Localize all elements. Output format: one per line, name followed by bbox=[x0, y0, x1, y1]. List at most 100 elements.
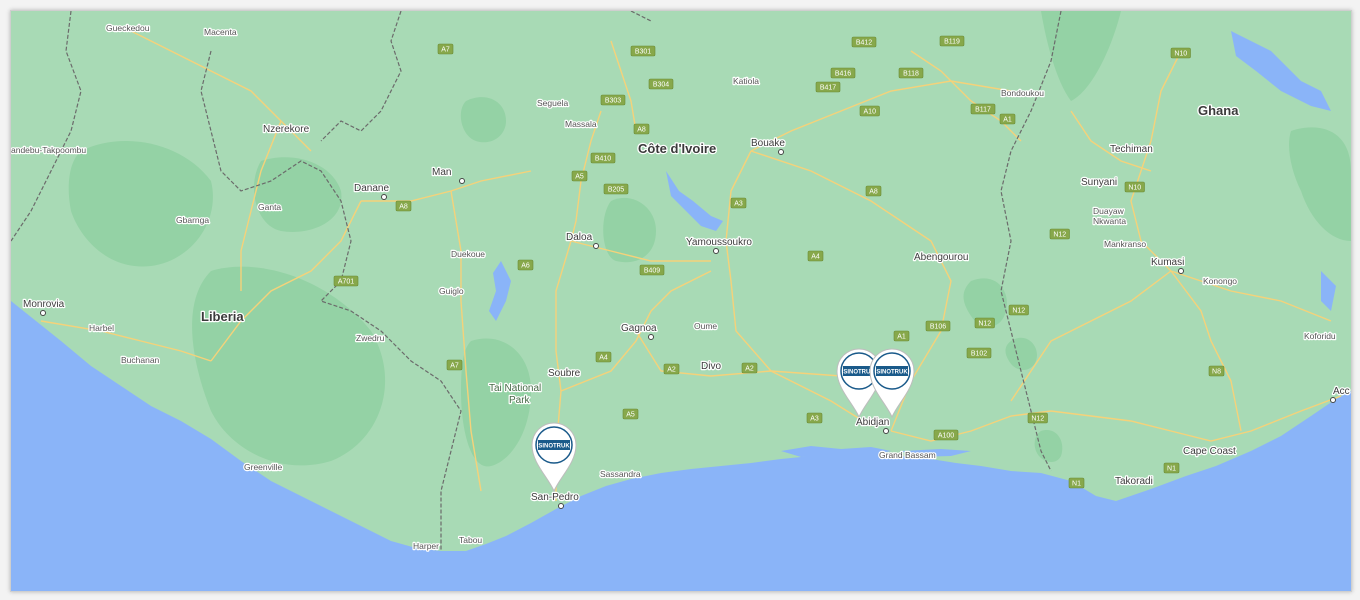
svg-text:A100: A100 bbox=[938, 433, 954, 440]
marker-brand-label: SINOTRUK bbox=[876, 370, 908, 376]
city-label-buchanan: Buchanan bbox=[121, 355, 160, 365]
road-shield-b106: B106 bbox=[925, 320, 951, 332]
city-label-greenville: Greenville bbox=[244, 462, 283, 472]
road-shield-a8: A8 bbox=[395, 200, 412, 212]
city-dot-man bbox=[459, 178, 465, 184]
city-label-accra: Acc bbox=[1333, 386, 1350, 397]
svg-text:A3: A3 bbox=[734, 201, 743, 208]
city-dot-bouake bbox=[778, 149, 784, 155]
svg-text:N10: N10 bbox=[1174, 51, 1187, 58]
city-label-gagnoa: Gagnoa bbox=[621, 323, 657, 334]
road-shield-a3: A3 bbox=[730, 197, 747, 209]
city-label-monrovia: Monrovia bbox=[23, 299, 65, 310]
svg-text:A4: A4 bbox=[599, 355, 608, 362]
road-shield-a4: A4 bbox=[807, 250, 824, 262]
svg-text:B416: B416 bbox=[835, 71, 851, 78]
city-dot-san-pedro bbox=[558, 503, 564, 509]
city-dot-monrovia bbox=[40, 310, 46, 316]
svg-text:N10: N10 bbox=[1128, 185, 1141, 192]
city-label-harbel: Harbel bbox=[89, 323, 114, 333]
road-shield-n12: N12 bbox=[1049, 228, 1070, 240]
road-shield-a1: A1 bbox=[893, 330, 910, 342]
road-shield-n8: N8 bbox=[1208, 365, 1225, 377]
svg-text:N12: N12 bbox=[978, 321, 991, 328]
city-label-soubre: Soubre bbox=[548, 368, 581, 379]
svg-text:A4: A4 bbox=[811, 254, 820, 261]
svg-text:N12: N12 bbox=[1012, 308, 1025, 315]
city-label-koforidua: Koforidu bbox=[1304, 331, 1336, 341]
svg-text:A8: A8 bbox=[869, 189, 878, 196]
road-shield-a2: A2 bbox=[663, 363, 680, 375]
city-label-danane: Danane bbox=[354, 183, 389, 194]
city-label-techiman: Techiman bbox=[1110, 144, 1153, 155]
road-shield-n10: N10 bbox=[1170, 47, 1191, 59]
city-label-san-pedro: San-Pedro bbox=[531, 492, 579, 503]
city-label-sunyani: Sunyani bbox=[1081, 177, 1117, 188]
road-shield-b412: B412 bbox=[851, 36, 877, 48]
city-label-yamoussoukro: Yamoussoukro bbox=[686, 237, 752, 248]
svg-text:A5: A5 bbox=[626, 412, 635, 419]
city-label-abidjan: Abidjan bbox=[856, 417, 889, 428]
road-shield-b117: B117 bbox=[970, 103, 996, 115]
road-shield-n10: N10 bbox=[1124, 181, 1145, 193]
city-dot-abidjan bbox=[883, 428, 889, 434]
city-label-oume: Oume bbox=[694, 321, 717, 331]
marker-brand-label: SINOTRUK bbox=[538, 444, 570, 450]
city-label-gbarnga: Gbarnga bbox=[176, 215, 209, 225]
svg-text:A10: A10 bbox=[864, 109, 877, 116]
svg-text:A8: A8 bbox=[637, 127, 646, 134]
city-label-konongo: Konongo bbox=[1203, 276, 1237, 286]
svg-text:N1: N1 bbox=[1167, 466, 1176, 473]
svg-text:N1: N1 bbox=[1072, 481, 1081, 488]
city-label-harper: Harper bbox=[413, 541, 439, 551]
road-shield-n1: N1 bbox=[1163, 462, 1180, 474]
city-label-man: Man bbox=[432, 167, 451, 178]
road-shield-b304: B304 bbox=[648, 78, 674, 90]
city-label-bouake: Bouake bbox=[751, 138, 785, 149]
city-label-takoradi: Takoradi bbox=[1115, 476, 1153, 487]
road-shield-a6: A6 bbox=[517, 259, 534, 271]
city-label-gueckedou: Gueckedou bbox=[106, 23, 150, 33]
road-shield-a7: A7 bbox=[437, 43, 454, 55]
road-shield-b118: B118 bbox=[898, 67, 924, 79]
road-shield-b409: B409 bbox=[639, 264, 665, 276]
svg-text:B119: B119 bbox=[944, 39, 960, 46]
svg-text:B410: B410 bbox=[595, 156, 611, 163]
svg-text:B301: B301 bbox=[635, 49, 651, 56]
road-shield-a5: A5 bbox=[622, 408, 639, 420]
city-label-macenta: Macenta bbox=[204, 27, 237, 37]
city-label-katiola: Katiola bbox=[733, 76, 759, 86]
city-label-abengourou: Abengourou bbox=[914, 252, 969, 263]
svg-text:A2: A2 bbox=[745, 366, 754, 373]
svg-text:B205: B205 bbox=[608, 187, 624, 194]
svg-text:B118: B118 bbox=[903, 71, 919, 78]
svg-text:B102: B102 bbox=[971, 351, 987, 358]
svg-text:B304: B304 bbox=[653, 82, 669, 89]
city-label-grand-bassam: Grand Bassam bbox=[879, 450, 936, 460]
city-dot-daloa bbox=[593, 243, 599, 249]
svg-text:A8: A8 bbox=[399, 204, 408, 211]
city-label-cape-coast: Cape Coast bbox=[1183, 446, 1236, 457]
road-shield-b119: B119 bbox=[939, 35, 965, 47]
road-shield-b410: B410 bbox=[590, 152, 616, 164]
city-dot-yamoussoukro bbox=[713, 248, 719, 254]
city-label-kumasi: Kumasi bbox=[1151, 257, 1184, 268]
svg-text:B417: B417 bbox=[820, 85, 836, 92]
road-shield-n1: N1 bbox=[1068, 477, 1085, 489]
road-shield-a1: A1 bbox=[999, 113, 1016, 125]
road-shield-a8: A8 bbox=[633, 123, 650, 135]
road-shield-a7: A7 bbox=[446, 359, 463, 371]
svg-text:B412: B412 bbox=[856, 40, 872, 47]
svg-text:N12: N12 bbox=[1053, 232, 1066, 239]
road-shield-b416: B416 bbox=[830, 67, 856, 79]
road-shield-b102: B102 bbox=[966, 347, 992, 359]
city-label-massala: Massala bbox=[565, 119, 597, 129]
city-label-andebu: andebu-Takpoombu bbox=[11, 145, 86, 155]
map-canvas[interactable]: Côte d'Ivoire Liberia Ghana Tai National… bbox=[11, 11, 1351, 591]
city-dot-gagnoa bbox=[648, 334, 654, 340]
svg-text:B106: B106 bbox=[930, 324, 946, 331]
svg-text:B117: B117 bbox=[975, 107, 991, 114]
svg-text:A3: A3 bbox=[810, 416, 819, 423]
city-label-seguela: Seguela bbox=[537, 98, 568, 108]
city-label-tabou: Tabou bbox=[459, 535, 482, 545]
